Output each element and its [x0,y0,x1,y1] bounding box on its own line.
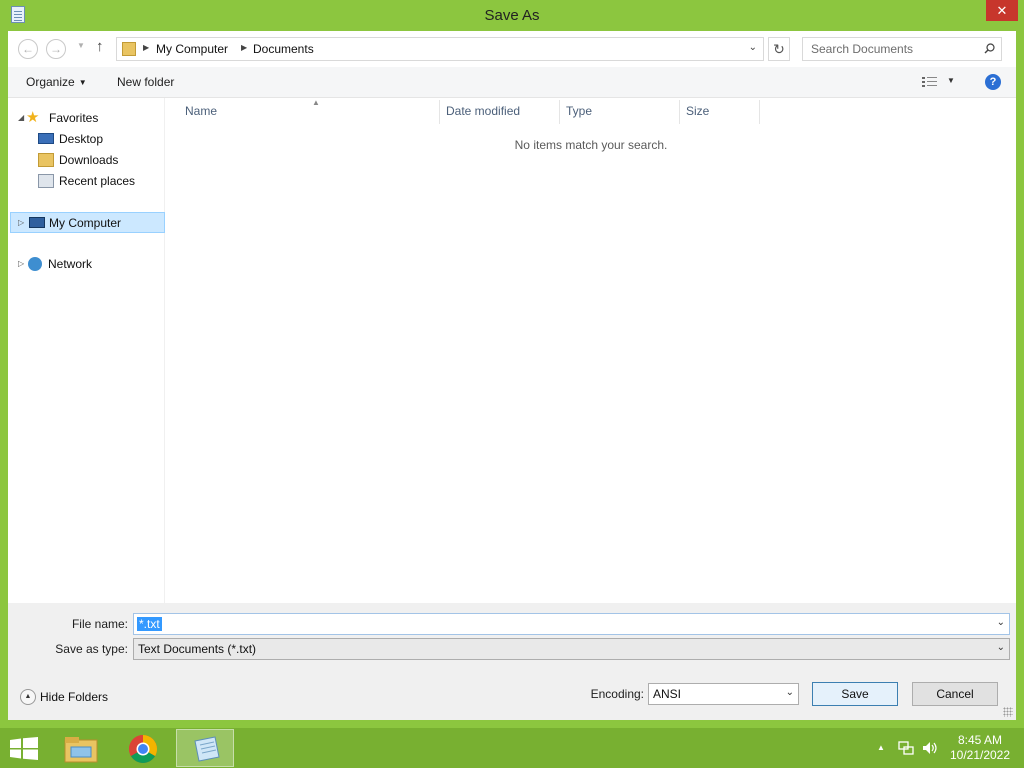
notepad-icon [194,736,220,762]
close-button[interactable]: ✕ [986,0,1018,21]
chrome-icon [129,735,157,763]
cancel-button[interactable]: Cancel [912,682,998,706]
chevron-down-icon[interactable]: ⌄ [749,42,757,53]
save-as-type-value: Text Documents (*.txt) [138,642,257,656]
desktop-icon [38,133,54,144]
network-status-icon[interactable] [898,740,914,756]
save-as-type-label: Save as type: [55,642,128,656]
save-as-window: Save As ✕ ← → ▼ ↑ ▶ My Computer ▶ Docume… [0,0,1024,728]
file-name-label: File name: [71,617,128,631]
expand-arrow-icon[interactable]: ▷ [18,254,24,274]
navigation-pane: ◢ ★ Favorites Desktop Downloads Recent p… [8,98,165,603]
tree-network-label: Network [48,257,93,271]
new-folder-button[interactable]: New folder [117,75,174,89]
help-icon[interactable]: ? [985,74,1001,90]
taskbar: ▲ 8:45 AM 10/21/2022 [0,728,1024,768]
chevron-down-icon: ▼ [78,78,87,87]
downloads-folder-icon [38,153,54,167]
chevron-up-icon: ▲ [20,689,36,705]
column-divider[interactable] [439,100,440,124]
chevron-down-icon[interactable]: ⌄ [997,617,1005,628]
column-divider[interactable] [679,100,680,124]
column-header-size[interactable]: Size [686,104,709,124]
column-header-date-modified[interactable]: Date modified [446,104,520,124]
breadcrumb-separator-icon[interactable]: ▶ [143,43,149,52]
organize-button[interactable]: Organize ▼ [26,75,87,89]
refresh-button[interactable]: ↻ [768,37,790,61]
expand-arrow-icon[interactable]: ▷ [18,213,24,233]
collapse-arrow-icon[interactable]: ◢ [18,113,24,122]
column-header-name[interactable]: Name [185,104,217,124]
breadcrumb-separator-icon[interactable]: ▶ [241,43,247,52]
clock-date: 10/21/2022 [949,748,1011,762]
computer-icon [29,217,45,228]
recent-locations-dropdown[interactable]: ▼ [77,41,85,50]
forward-button[interactable]: → [46,39,66,59]
empty-list-message: No items match your search. [514,138,668,152]
search-icon[interactable] [984,43,995,54]
view-options-dropdown[interactable]: ▼ [947,76,955,85]
show-hidden-icons-icon[interactable]: ▲ [877,743,885,752]
file-name-input[interactable]: *.txt ⌄ [133,613,1010,635]
recent-places-icon [38,174,54,188]
address-row: ← → ▼ ↑ ▶ My Computer ▶ Documents ⌄ ↻ [8,31,1016,67]
tree-favorites-label: Favorites [49,111,99,125]
save-form: File name: *.txt ⌄ Save as type: Text Do… [8,603,1016,720]
column-divider[interactable] [759,100,760,124]
column-header-type[interactable]: Type [566,104,592,124]
taskbar-file-explorer[interactable] [52,729,110,767]
encoding-select[interactable]: ANSI ⌄ [648,683,799,705]
breadcrumb-documents[interactable]: Documents [253,42,314,56]
taskbar-notepad[interactable] [176,729,234,767]
column-divider[interactable] [559,100,560,124]
encoding-label: Encoding: [590,687,644,701]
encoding-value: ANSI [653,687,682,701]
up-button[interactable]: ↑ [96,38,104,55]
change-view-icon[interactable] [922,76,938,88]
back-button[interactable]: ← [18,39,38,59]
network-icon [28,257,42,271]
address-bar[interactable]: ▶ My Computer ▶ Documents ⌄ [116,37,764,61]
sort-ascending-icon: ▲ [312,98,320,107]
file-name-value: *.txt [137,617,162,631]
save-as-type-select[interactable]: Text Documents (*.txt) ⌄ [133,638,1010,660]
title-bar[interactable]: Save As ✕ [0,0,1024,30]
tree-network[interactable]: ▷ Network [10,254,160,274]
taskbar-chrome[interactable] [114,729,172,767]
volume-icon[interactable] [922,740,938,756]
folder-icon [122,42,136,56]
window-title: Save As [484,7,540,24]
organize-label: Organize [26,75,75,89]
star-icon: ★ [26,109,40,126]
chevron-down-icon[interactable]: ⌄ [997,642,1005,653]
chevron-down-icon[interactable]: ⌄ [786,687,794,698]
hide-folders-label: Hide Folders [40,690,109,704]
file-explorer-icon [64,737,98,763]
tree-recent-places-label: Recent places [59,174,136,188]
save-button[interactable]: Save [812,682,898,706]
dialog-client: ← → ▼ ↑ ▶ My Computer ▶ Documents ⌄ ↻ Se… [8,31,1016,720]
resize-grip[interactable] [1003,707,1013,717]
tree-my-computer[interactable]: ▷ My Computer [10,212,165,233]
command-bar: Organize ▼ New folder ▼ ? [8,67,1016,98]
search-box[interactable] [802,37,1002,61]
breadcrumb-my-computer[interactable]: My Computer [156,42,228,56]
clock-time: 8:45 AM [957,733,1003,747]
tree-my-computer-label: My Computer [49,216,122,230]
tree-downloads-label: Downloads [59,153,119,167]
windows-start-icon[interactable] [10,737,38,760]
search-input[interactable] [803,38,979,60]
file-list[interactable]: ▲ Name Date modified Type Size No items … [166,98,1016,603]
system-clock[interactable]: 8:45 AM 10/21/2022 [940,733,1020,763]
tree-desktop-label: Desktop [59,132,104,146]
